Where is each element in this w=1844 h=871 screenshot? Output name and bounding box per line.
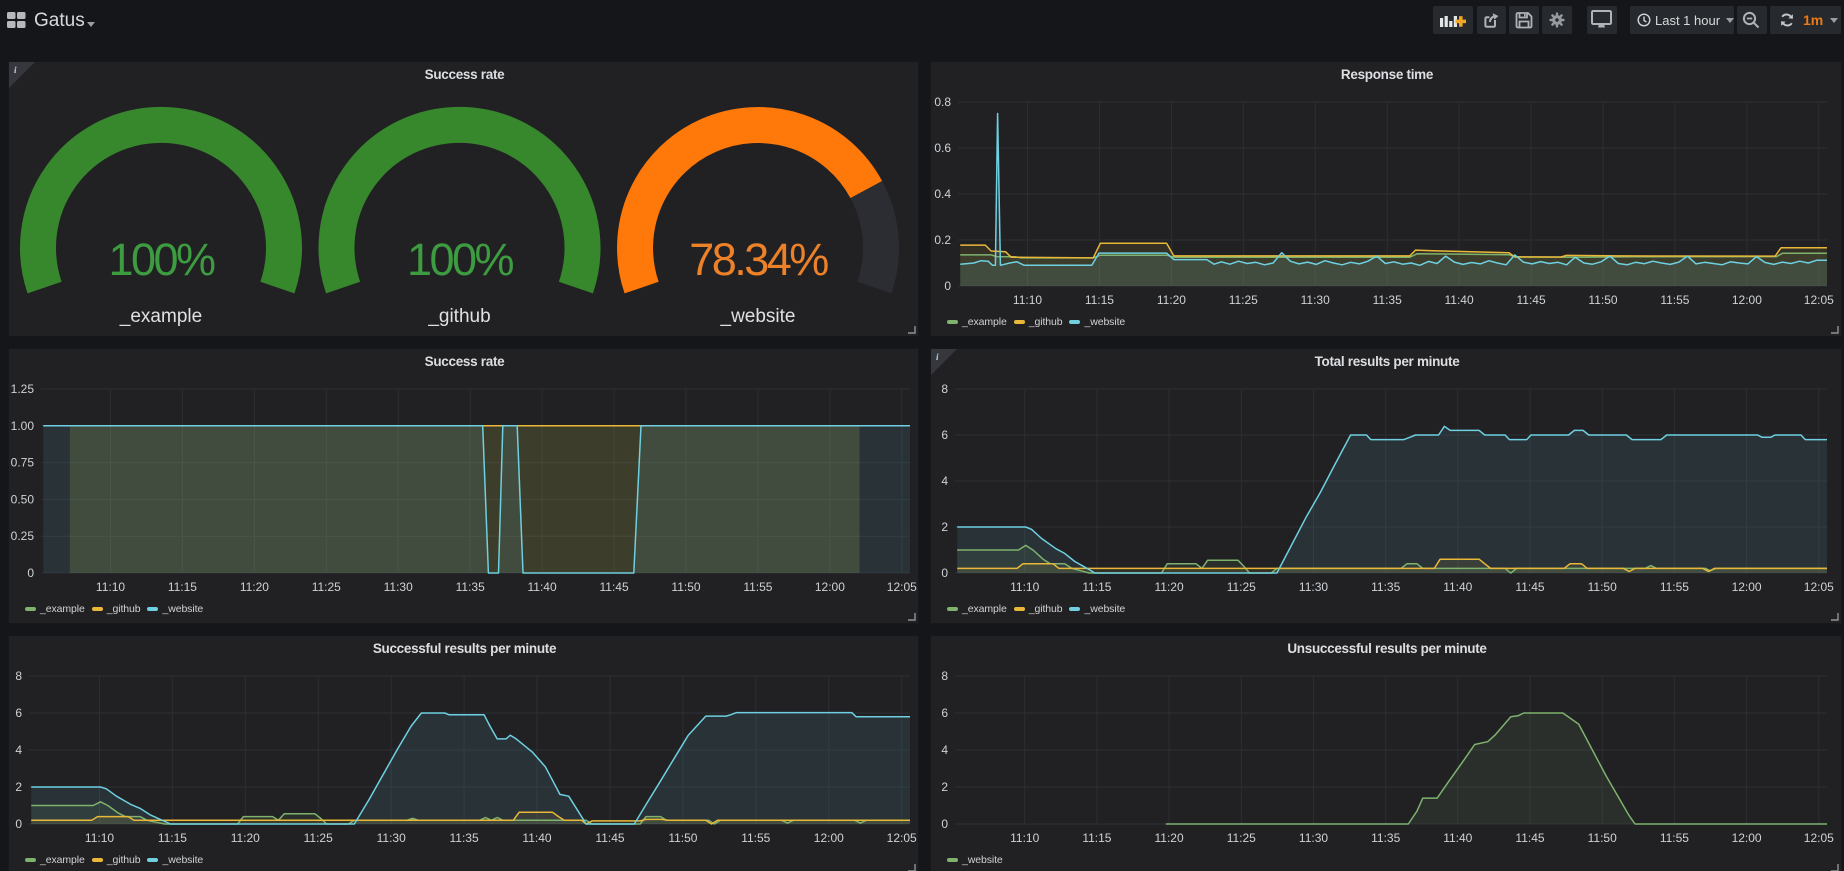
svg-text:12:00: 12:00 (1732, 831, 1762, 845)
svg-text:11:15: 11:15 (1082, 831, 1111, 845)
svg-text:11:10: 11:10 (1010, 580, 1039, 594)
svg-text:2: 2 (15, 780, 22, 794)
svg-text:11:35: 11:35 (456, 580, 485, 594)
svg-text:0: 0 (27, 566, 34, 580)
svg-text:11:40: 11:40 (1443, 831, 1472, 845)
svg-text:11:35: 11:35 (450, 831, 479, 845)
svg-text:6: 6 (941, 428, 948, 442)
svg-text:0.4: 0.4 (934, 187, 951, 201)
svg-text:11:55: 11:55 (1660, 293, 1689, 307)
svg-text:11:20: 11:20 (240, 580, 269, 594)
svg-text:0.75: 0.75 (11, 456, 35, 470)
svg-text:11:20: 11:20 (231, 831, 260, 845)
svg-text:11:30: 11:30 (377, 831, 406, 845)
svg-text:11:35: 11:35 (1373, 293, 1402, 307)
svg-text:0: 0 (15, 817, 22, 831)
svg-text:6: 6 (941, 706, 948, 720)
svg-text:12:00: 12:00 (814, 831, 844, 845)
svg-text:100%: 100% (407, 234, 514, 285)
svg-text:2: 2 (941, 520, 948, 534)
svg-text:11:15: 11:15 (158, 831, 187, 845)
svg-text:0: 0 (944, 279, 951, 293)
svg-text:11:10: 11:10 (1013, 293, 1042, 307)
svg-text:11:10: 11:10 (96, 580, 125, 594)
svg-text:11:30: 11:30 (1299, 580, 1328, 594)
svg-text:11:15: 11:15 (1085, 293, 1114, 307)
svg-text:_github: _github (427, 306, 490, 327)
svg-text:11:25: 11:25 (312, 580, 341, 594)
svg-text:11:25: 11:25 (1227, 831, 1256, 845)
svg-text:11:50: 11:50 (671, 580, 700, 594)
svg-text:11:40: 11:40 (1445, 293, 1474, 307)
svg-text:11:20: 11:20 (1157, 293, 1186, 307)
svg-text:_website: _website (720, 306, 796, 327)
svg-text:11:55: 11:55 (1660, 831, 1689, 845)
svg-text:11:10: 11:10 (85, 831, 114, 845)
svg-text:11:25: 11:25 (1229, 293, 1258, 307)
svg-text:11:50: 11:50 (668, 831, 697, 845)
svg-text:8: 8 (941, 669, 948, 683)
svg-text:0: 0 (941, 566, 948, 580)
svg-text:2: 2 (941, 780, 948, 794)
svg-text:1.00: 1.00 (11, 419, 35, 433)
svg-text:4: 4 (15, 743, 22, 757)
svg-text:12:00: 12:00 (1732, 293, 1762, 307)
svg-text:11:50: 11:50 (1588, 831, 1617, 845)
svg-text:11:30: 11:30 (1301, 293, 1330, 307)
svg-text:12:05: 12:05 (1804, 831, 1834, 845)
svg-text:11:20: 11:20 (1155, 580, 1184, 594)
svg-text:11:25: 11:25 (1227, 580, 1256, 594)
svg-text:0: 0 (941, 817, 948, 831)
svg-text:11:50: 11:50 (1588, 293, 1617, 307)
svg-text:11:35: 11:35 (1371, 831, 1400, 845)
svg-text:_example: _example (119, 306, 202, 327)
svg-text:11:45: 11:45 (600, 580, 629, 594)
svg-text:12:05: 12:05 (887, 580, 917, 594)
svg-text:78.34%: 78.34% (689, 234, 828, 285)
svg-text:11:55: 11:55 (741, 831, 770, 845)
svg-text:11:15: 11:15 (168, 580, 197, 594)
svg-text:11:55: 11:55 (743, 580, 772, 594)
svg-text:11:20: 11:20 (1155, 831, 1184, 845)
svg-text:11:45: 11:45 (1515, 580, 1544, 594)
svg-text:0.25: 0.25 (11, 529, 35, 543)
svg-text:12:05: 12:05 (1804, 580, 1834, 594)
svg-text:11:45: 11:45 (595, 831, 624, 845)
svg-text:4: 4 (941, 743, 948, 757)
svg-text:6: 6 (15, 706, 22, 720)
svg-text:12:05: 12:05 (887, 831, 917, 845)
svg-text:4: 4 (941, 474, 948, 488)
svg-text:11:50: 11:50 (1588, 580, 1617, 594)
svg-text:12:00: 12:00 (815, 580, 845, 594)
svg-text:11:40: 11:40 (522, 831, 551, 845)
svg-text:11:35: 11:35 (1371, 580, 1400, 594)
svg-text:11:55: 11:55 (1660, 580, 1689, 594)
svg-text:8: 8 (15, 669, 22, 683)
svg-text:100%: 100% (108, 234, 215, 285)
svg-text:11:45: 11:45 (1517, 293, 1546, 307)
svg-text:11:30: 11:30 (1299, 831, 1328, 845)
svg-text:11:15: 11:15 (1082, 580, 1111, 594)
svg-text:11:30: 11:30 (384, 580, 413, 594)
svg-text:0.50: 0.50 (11, 492, 35, 506)
svg-text:0.6: 0.6 (934, 141, 951, 155)
svg-text:1.25: 1.25 (11, 382, 35, 396)
svg-text:11:40: 11:40 (1443, 580, 1472, 594)
svg-text:11:25: 11:25 (304, 831, 333, 845)
svg-text:11:40: 11:40 (528, 580, 557, 594)
svg-text:11:10: 11:10 (1010, 831, 1039, 845)
svg-text:8: 8 (941, 382, 948, 396)
svg-text:0.2: 0.2 (934, 233, 951, 247)
svg-text:12:05: 12:05 (1804, 293, 1834, 307)
svg-text:12:00: 12:00 (1732, 580, 1762, 594)
svg-text:0.8: 0.8 (934, 95, 951, 109)
svg-text:11:45: 11:45 (1515, 831, 1544, 845)
